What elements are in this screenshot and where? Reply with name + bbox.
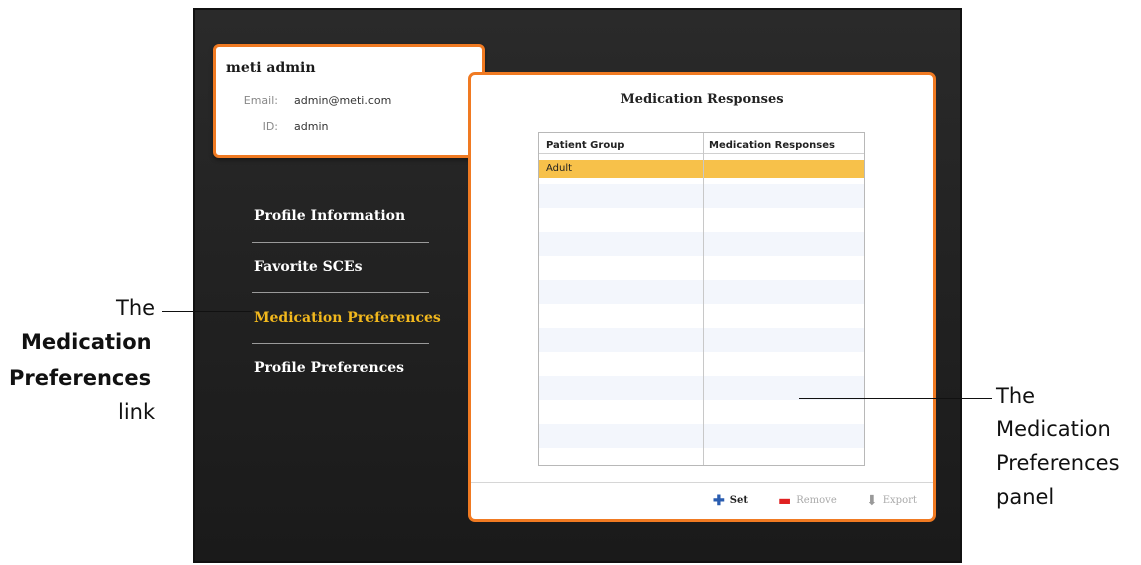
header-divider [539, 153, 864, 154]
id-label: ID: [262, 120, 278, 133]
profile-card: meti admin Email: admin@meti.com ID: adm… [213, 44, 485, 158]
cell-patient-group: Adult [546, 163, 573, 174]
column-header-medication-responses[interactable]: Medication Responses [709, 140, 835, 151]
annotation-right-line2: Medication [996, 417, 1111, 441]
id-value: admin [294, 120, 329, 133]
export-label: Export [882, 495, 917, 506]
nav-medication-preferences[interactable]: Medication Preferences [254, 310, 441, 326]
annotation-left-line3: Preferences [9, 366, 152, 390]
email-value: admin@meti.com [294, 94, 392, 107]
annotation-right-line3: Preferences [996, 451, 1120, 475]
nav-profile-information[interactable]: Profile Information [254, 208, 405, 224]
column-divider [703, 133, 704, 465]
nav-favorite-sces[interactable]: Favorite SCEs [254, 259, 362, 275]
nav-divider [252, 292, 429, 293]
panel-footer-divider [471, 482, 933, 483]
table-row[interactable] [539, 280, 864, 304]
email-label: Email: [243, 94, 278, 107]
annotation-right-line1: The [996, 384, 1036, 408]
table-row[interactable] [539, 232, 864, 256]
table-row[interactable] [539, 184, 864, 208]
table-row-selected[interactable]: Adult [539, 160, 864, 178]
remove-label: Remove [796, 495, 837, 506]
set-button[interactable]: ✚ Set [713, 493, 748, 509]
column-header-patient-group[interactable]: Patient Group [546, 140, 624, 151]
plus-icon: ✚ [713, 493, 725, 509]
nav-profile-preferences[interactable]: Profile Preferences [254, 360, 404, 376]
table-row[interactable] [539, 328, 864, 352]
remove-button[interactable]: ▬ Remove [778, 493, 837, 509]
annotation-left-line2: Medication [21, 330, 152, 354]
set-label: Set [729, 495, 748, 506]
minus-icon: ▬ [778, 493, 792, 509]
nav-divider [252, 242, 429, 243]
annotation-right-leader [799, 398, 992, 399]
profile-name: meti admin [226, 60, 316, 76]
panel-title: Medication Responses [620, 92, 784, 107]
table-row[interactable] [539, 424, 864, 448]
export-button[interactable]: ⬇ Export [866, 493, 917, 509]
annotation-right-line4: panel [996, 485, 1055, 509]
down-arrow-icon: ⬇ [866, 493, 878, 509]
table-row[interactable] [539, 376, 864, 400]
annotation-left-leader [162, 311, 252, 312]
annotation-left-line1: The [116, 296, 156, 320]
medication-responses-table: Patient Group Medication Responses Adult [538, 132, 865, 466]
annotation-left-line4: link [118, 400, 156, 424]
nav-divider [252, 343, 429, 344]
